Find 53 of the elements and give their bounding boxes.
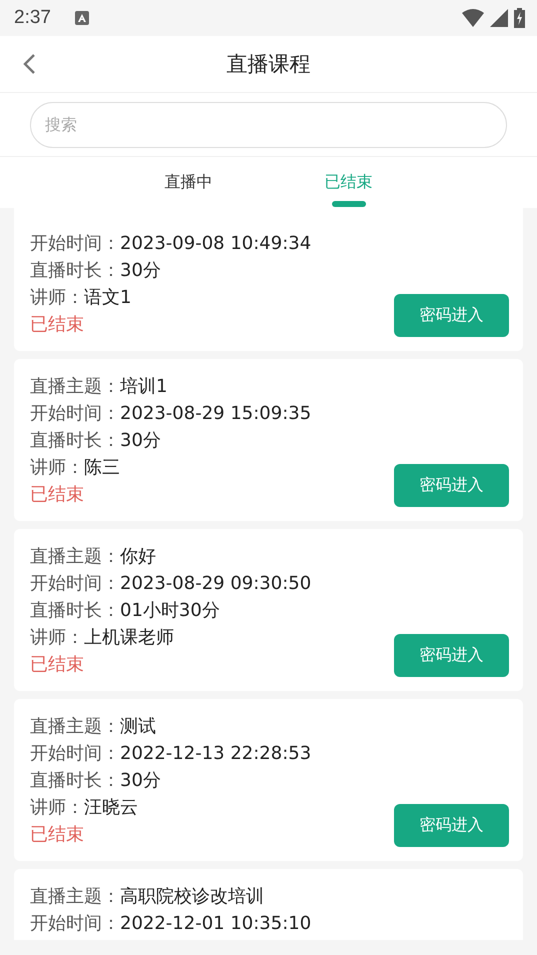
password-enter-button[interactable]: 密码进入 (394, 804, 509, 847)
field-value: 2023-08-29 15:09:35 (120, 403, 312, 424)
notification-icon (74, 11, 89, 25)
field-value: 语文1 (84, 287, 132, 308)
field-value: 2023-09-08 10:49:34 (120, 233, 312, 254)
field-value: 测试 (120, 716, 156, 737)
field-label: 开始时间： (30, 913, 120, 934)
field-label: 开始时间： (30, 573, 120, 594)
field-label: 讲师： (30, 627, 84, 648)
field-value: 培训1 (120, 376, 168, 397)
back-icon[interactable] (22, 53, 36, 75)
field-value: 30分 (120, 770, 161, 791)
status-text: 已结束 (30, 824, 84, 845)
field-label: 讲师： (30, 457, 84, 478)
field-label: 直播时长： (30, 770, 120, 791)
field-label: 直播主题： (30, 376, 120, 397)
wifi-icon (462, 9, 484, 27)
status-time: 2:37 (14, 7, 51, 29)
field-label: 直播主题： (30, 546, 120, 567)
status-text: 已结束 (30, 314, 84, 335)
field-label: 开始时间： (30, 403, 120, 424)
password-enter-button[interactable]: 密码进入 (394, 464, 509, 507)
field-label: 直播时长： (30, 430, 120, 451)
field-label: 直播时长： (30, 260, 120, 281)
page-title: 直播课程 (226, 51, 310, 78)
password-enter-button[interactable]: 密码进入 (394, 294, 509, 337)
field-value: 上机课老师 (84, 627, 174, 648)
field-label: 直播主题： (30, 716, 120, 737)
password-enter-button[interactable]: 密码进入 (394, 634, 509, 677)
field-label: 讲师： (30, 287, 84, 308)
search-field[interactable]: 搜索 (30, 102, 507, 148)
field-label: 直播主题： (30, 886, 120, 907)
field-value: 汪晓云 (84, 797, 138, 818)
tab[interactable]: 直播中 (164, 172, 212, 193)
field-value: 你好 (120, 546, 156, 567)
field-value: 01小时30分 (120, 600, 220, 621)
status-text: 已结束 (30, 484, 84, 505)
field-label: 开始时间： (30, 233, 120, 254)
tab-indicator (332, 201, 366, 207)
tab[interactable]: 已结束 (324, 172, 372, 193)
field-label: 讲师： (30, 797, 84, 818)
field-value: 2023-08-29 09:30:50 (120, 573, 312, 594)
field-value: 30分 (120, 260, 161, 281)
battery-icon (514, 8, 525, 28)
field-value: 2022-12-13 22:28:53 (120, 743, 312, 764)
field-value: 2022-12-01 10:35:10 (120, 913, 312, 934)
status-text: 已结束 (30, 654, 84, 675)
signal-icon (490, 9, 508, 27)
field-value: 陈三 (84, 457, 120, 478)
field-label: 直播时长： (30, 600, 120, 621)
field-value: 30分 (120, 430, 161, 451)
field-label: 开始时间： (30, 743, 120, 764)
field-value: 高职院校诊改培训 (120, 886, 264, 907)
